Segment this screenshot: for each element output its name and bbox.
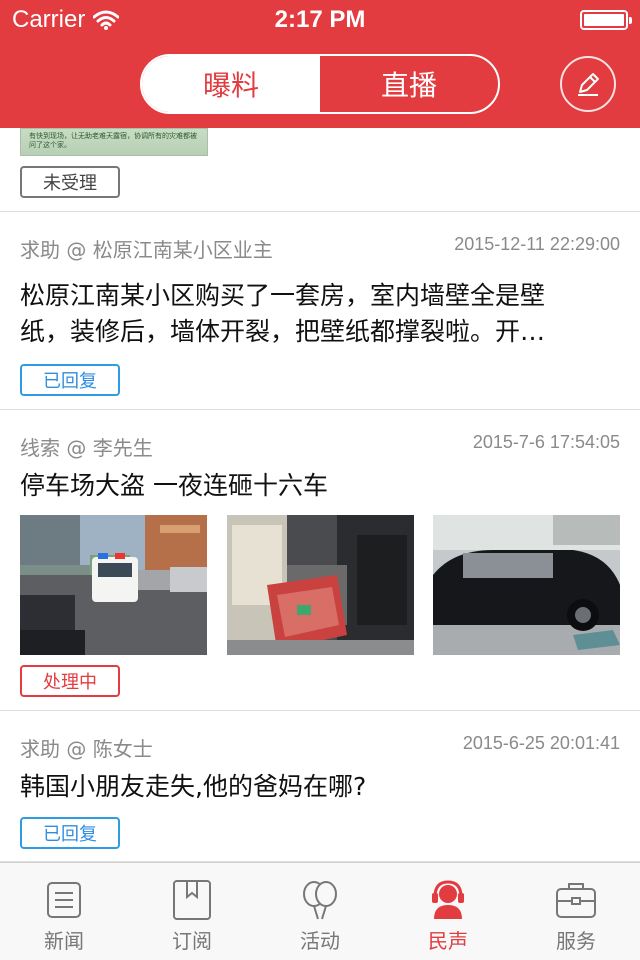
item-time: 2015-7-6 17:54:05 [472,432,620,452]
thumbnail-image[interactable] [433,515,620,655]
thumbnail-image[interactable] [20,515,207,655]
item-title-line1: 松原江南某小区购买了一套房，室内墙壁全是壁 [20,281,546,310]
status-badge: 未受理 [20,166,120,198]
segment-zhibo[interactable]: 直播 [320,56,498,112]
item-time: 2015-12-11 22:29:00 [454,234,620,254]
balloons-icon [303,881,337,920]
tab-activity[interactable]: 活动 [256,863,384,960]
tab-voice[interactable]: 民声 [384,863,512,960]
item-category: 线索 @ 李先生 [20,436,153,460]
tab-label: 活动 [300,929,340,953]
compose-button[interactable] [560,56,616,112]
feed-item[interactable]: 求助 @ 松原江南某小区业主 2015-12-11 22:29:00 松原江南某… [0,212,640,410]
tab-label: 订阅 [172,929,212,953]
pencil-icon [578,73,599,96]
status-badge: 处理中 [20,665,120,697]
status-badge: 已回复 [20,817,120,849]
item-image: 有快到现场，让无助老难天露宿，协调所有的灾难都被问了这个家。 [20,128,208,156]
tab-label: 服务 [556,929,596,953]
bookmark-icon [173,880,211,920]
item-category: 求助 @ 松原江南某小区业主 [20,238,273,262]
status-time: 2:17 PM [274,6,366,33]
feed-item[interactable]: 线索 @ 李先生 2015-7-6 17:54:05 停车场大盗 一夜连砸十六车 [0,410,640,711]
tab-subscribe[interactable]: 订阅 [128,863,256,960]
item-thumbnails [0,515,640,655]
tab-news[interactable]: 新闻 [0,863,128,960]
segment-baoliao[interactable]: 曝料 [142,56,320,112]
item-title-line2: 纸，装修后，墙体开裂，把壁纸都撑裂啦。开… [20,317,546,346]
item-title: 停车场大盗 一夜连砸十六车 [20,471,328,500]
segment-control: 曝料 直播 [140,54,500,114]
feed-item[interactable]: 求助 @ 陈女士 2015-6-25 20:01:41 韩国小朋友走失,他的爸妈… [0,711,640,862]
app-header: Carrier 2:17 PM 曝料 直播 [0,0,640,128]
headset-user-icon [432,880,464,919]
item-image-text: 有快到现场，让无助老难天露宿，协调所有的灾难都被问了这个家。 [29,132,197,149]
feed-item-partial[interactable]: 有快到现场，让无助老难天露宿，协调所有的灾难都被问了这个家。 未受理 [0,128,640,212]
item-category: 求助 @ 陈女士 [20,737,153,761]
newspaper-icon [47,882,81,918]
tab-label: 新闻 [44,929,84,953]
tab-bar: 新闻 订阅 活动 民声 服务 [0,862,640,960]
item-title: 韩国小朋友走失,他的爸妈在哪? [20,772,367,801]
status-badge: 已回复 [20,364,120,396]
thumbnail-image[interactable] [227,515,414,655]
feed-list[interactable]: 有快到现场，让无助老难天露宿，协调所有的灾难都被问了这个家。 未受理 求助 @ … [0,128,640,862]
tab-label: 民声 [428,929,468,953]
battery-icon [580,10,632,30]
status-bar: Carrier 2:17 PM [0,0,640,40]
briefcase-icon [556,883,596,918]
tab-service[interactable]: 服务 [512,863,640,960]
item-time: 2015-6-25 20:01:41 [462,733,620,753]
